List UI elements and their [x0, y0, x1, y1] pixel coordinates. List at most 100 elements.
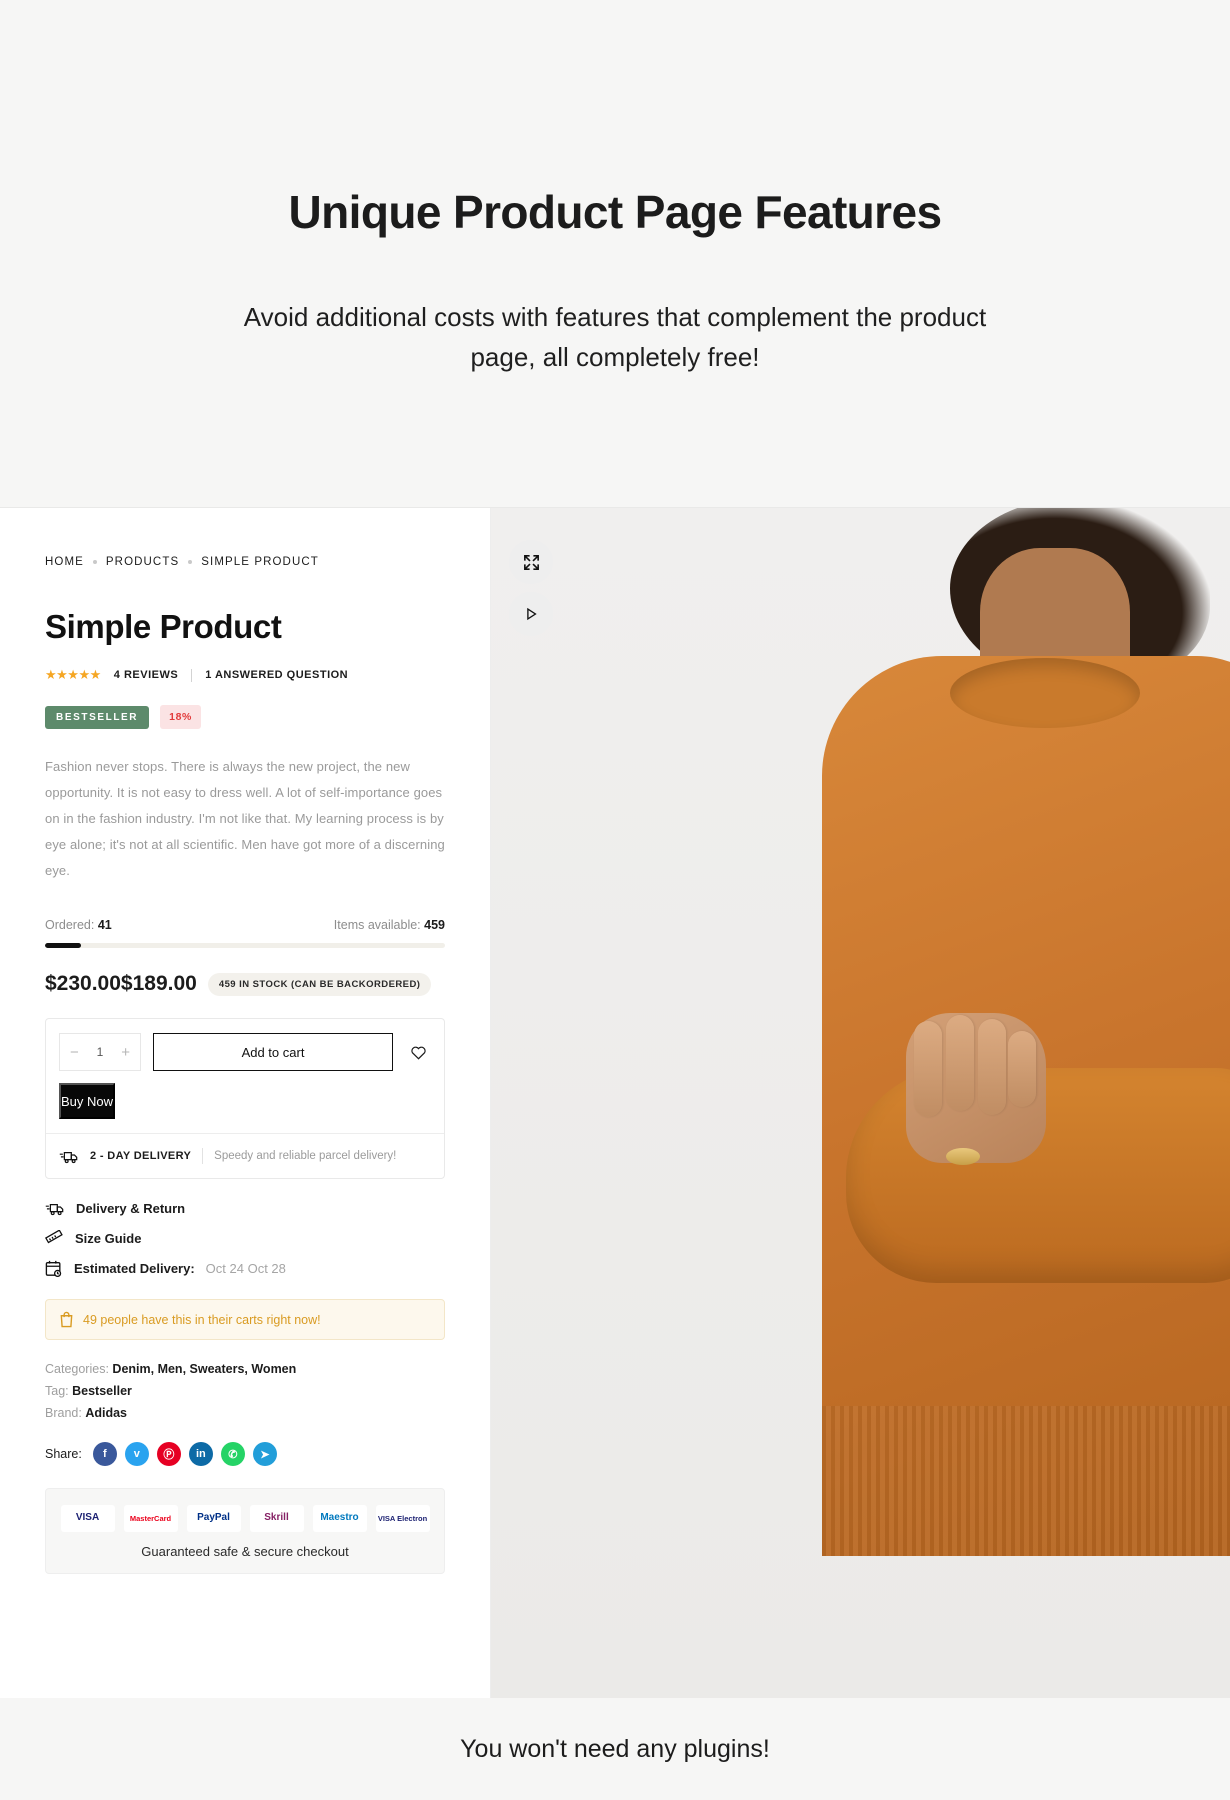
brand-value[interactable]: Adidas	[85, 1406, 127, 1420]
breadcrumb-item-home[interactable]: HOME	[45, 556, 84, 568]
ruler-icon	[45, 1230, 63, 1244]
buy-now-button[interactable]: Buy Now	[59, 1083, 116, 1119]
twitter-icon[interactable]: ᴠ	[124, 1442, 149, 1466]
truck-icon	[59, 1151, 78, 1163]
product-section: HOME PRODUCTS SIMPLE PRODUCT Simple Prod…	[0, 508, 1230, 1698]
stock-status-badge: 459 IN STOCK (CAN BE BACKORDERED)	[207, 972, 432, 996]
paypal-logo: PayPal	[186, 1505, 241, 1532]
cart-alert: 49 people have this in their carts right…	[45, 1299, 445, 1340]
tag-label: Tag:	[45, 1384, 69, 1398]
ordered-label: Ordered:	[45, 918, 95, 932]
brand-row: Brand: Adidas	[45, 1406, 445, 1420]
product-description: Fashion never stops. There is always the…	[45, 759, 445, 878]
linkedin-icon[interactable]: in	[188, 1442, 213, 1466]
visa-electron-logo: VISA Electron	[375, 1505, 430, 1532]
stock-progress-bar	[45, 943, 445, 948]
size-guide-link[interactable]: Size Guide	[45, 1230, 445, 1246]
product-details-column: HOME PRODUCTS SIMPLE PRODUCT Simple Prod…	[0, 508, 491, 1698]
model-photo	[650, 508, 1230, 1698]
quantity-increase-button[interactable]: +	[121, 1045, 130, 1060]
tag-value[interactable]: Bestseller	[72, 1384, 132, 1398]
badge-row: BESTSELLER 18%	[45, 705, 445, 729]
price-original: $230.00	[45, 972, 121, 995]
footer-text: You won't need any plugins!	[460, 1734, 770, 1763]
hand-shape	[906, 1013, 1046, 1163]
categories-value[interactable]: Denim, Men, Sweaters, Women	[112, 1362, 296, 1376]
delivery-return-link[interactable]: Delivery & Return	[45, 1201, 445, 1216]
ordered-value: 41	[97, 918, 112, 932]
delivery-label: 2 - DAY DELIVERY	[90, 1150, 192, 1162]
available-counter: Items available: 459	[334, 918, 445, 932]
payment-methods-box: VISA MasterCard PayPal Skrill Maestro VI…	[45, 1488, 445, 1574]
calendar-clock-icon	[45, 1260, 62, 1277]
reviews-link[interactable]: 4 REVIEWS	[114, 669, 178, 681]
brand-label: Brand:	[45, 1406, 82, 1420]
size-guide-label: Size Guide	[75, 1230, 142, 1246]
star-rating-icon: ★★★★★	[45, 667, 101, 682]
facebook-icon[interactable]: f	[92, 1442, 117, 1466]
delivery-description: Speedy and reliable parcel delivery!	[214, 1150, 397, 1162]
payment-logos: VISA MasterCard PayPal Skrill Maestro VI…	[56, 1505, 434, 1532]
estimated-delivery-value: Oct 24 Oct 28	[205, 1261, 286, 1276]
rating-row: ★★★★★ 4 REVIEWS 1 ANSWERED QUESTION	[45, 667, 445, 683]
expand-image-button[interactable]	[509, 540, 553, 584]
heart-icon	[410, 1046, 426, 1060]
product-info-links: Delivery & Return Size Guide Estimated D…	[45, 1201, 445, 1277]
quantity-value[interactable]: 1	[97, 1045, 104, 1059]
breadcrumb: HOME PRODUCTS SIMPLE PRODUCT	[45, 556, 445, 568]
divider	[191, 668, 193, 682]
ordered-counter: Ordered: 41	[45, 918, 112, 932]
tag-row: Tag: Bestseller	[45, 1384, 445, 1398]
share-label: Share:	[45, 1447, 82, 1461]
play-icon	[527, 607, 537, 621]
buy-controls-row: − 1 + Add to cart	[59, 1033, 431, 1071]
answered-question-link[interactable]: 1 ANSWERED QUESTION	[205, 669, 348, 681]
visa-logo: VISA	[60, 1505, 115, 1532]
price-row: $230.00 $189.00 459 IN STOCK (CAN BE BAC…	[45, 972, 445, 996]
available-label: Items available:	[333, 918, 421, 932]
product-image[interactable]	[491, 508, 1230, 1698]
page-title: Unique Product Page Features	[288, 186, 943, 238]
delivery-strip: 2 - DAY DELIVERY Speedy and reliable par…	[59, 1134, 431, 1164]
stock-counters: Ordered: 41 Items available: 459	[45, 918, 445, 932]
shopping-bag-icon	[60, 1311, 73, 1328]
categories-row: Categories: Denim, Men, Sweaters, Women	[45, 1362, 445, 1376]
collar-shape	[950, 658, 1140, 728]
whatsapp-icon[interactable]: ✆	[220, 1442, 245, 1466]
share-row: Share: f ᴠ Ⓟ in ✆ ➤	[45, 1442, 445, 1466]
divider	[202, 1148, 204, 1164]
stock-progress-fill	[45, 943, 81, 948]
maestro-logo: Maestro	[312, 1505, 367, 1532]
secure-checkout-note: Guaranteed safe & secure checkout	[141, 1544, 349, 1559]
price-current: $189.00	[120, 972, 197, 995]
telegram-icon[interactable]: ➤	[252, 1442, 277, 1466]
wishlist-button[interactable]	[405, 1044, 431, 1060]
footer-section: You won't need any plugins!	[0, 1698, 1230, 1800]
quantity-stepper[interactable]: − 1 +	[59, 1033, 141, 1071]
breadcrumb-separator-icon	[188, 560, 193, 564]
product-meta: Categories: Denim, Men, Sweaters, Women …	[45, 1362, 445, 1420]
truck-icon	[45, 1204, 64, 1216]
breadcrumb-item-current: SIMPLE PRODUCT	[201, 556, 319, 568]
product-media-column	[491, 508, 1230, 1698]
mastercard-logo: MasterCard	[123, 1505, 178, 1532]
product-title: Simple Product	[45, 608, 282, 645]
cart-alert-text: 49 people have this in their carts right…	[83, 1312, 321, 1327]
categories-label: Categories:	[45, 1362, 109, 1376]
status-badge-discount: 18%	[160, 705, 201, 729]
pinterest-icon[interactable]: Ⓟ	[156, 1442, 181, 1466]
page-root: Unique Product Page Features Avoid addit…	[0, 0, 1230, 1800]
add-to-cart-button[interactable]: Add to cart	[153, 1033, 393, 1071]
play-video-button[interactable]	[509, 592, 553, 636]
expand-icon	[523, 554, 539, 570]
available-value: 459	[424, 918, 445, 932]
ring-shape	[946, 1148, 980, 1165]
quantity-decrease-button[interactable]: −	[70, 1045, 79, 1060]
breadcrumb-item-products[interactable]: PRODUCTS	[106, 556, 179, 568]
buy-box: − 1 + Add to cart Buy Now 2 - DAY DELIVE…	[45, 1018, 445, 1179]
hero-subtitle: Avoid additional costs with features tha…	[243, 301, 987, 373]
estimated-delivery-row: Estimated Delivery: Oct 24 Oct 28	[45, 1260, 445, 1277]
estimated-delivery-label: Estimated Delivery:	[74, 1261, 195, 1276]
breadcrumb-separator-icon	[92, 560, 97, 564]
skrill-logo: Skrill	[249, 1505, 304, 1532]
